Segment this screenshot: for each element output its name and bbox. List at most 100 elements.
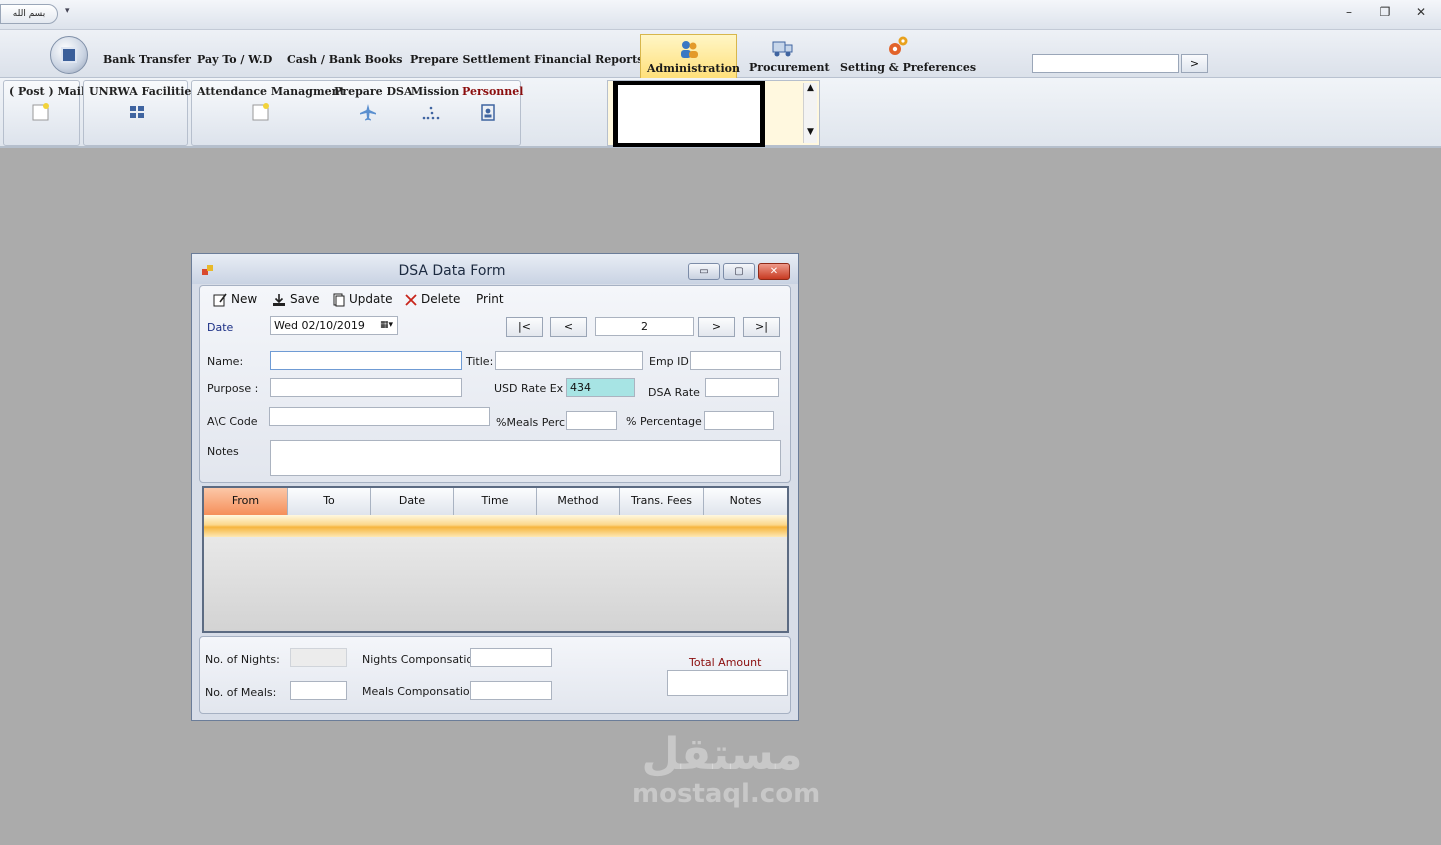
grid-header-to[interactable]: To: [288, 488, 371, 515]
dsa-rate-field[interactable]: [705, 378, 779, 397]
usd-rate-field[interactable]: 434: [566, 378, 635, 397]
grid-header-date[interactable]: Date: [371, 488, 454, 515]
last-record-button[interactable]: >|: [743, 317, 780, 337]
meals-field[interactable]: [290, 681, 347, 700]
tab-administration-label: Administration: [647, 62, 741, 75]
meals-perc-field[interactable]: [566, 411, 617, 430]
title-label: Title:: [466, 355, 494, 368]
note-icon: [32, 103, 49, 121]
percentage-field[interactable]: [704, 411, 774, 430]
update-button[interactable]: Update: [349, 292, 392, 306]
personnel-button[interactable]: Personnel: [462, 85, 523, 98]
usd-rate-label: USD Rate Ex: [494, 382, 564, 395]
scroll-up-icon[interactable]: ▲: [804, 83, 817, 93]
form-title: DSA Data Form: [398, 263, 506, 279]
users-icon: [681, 41, 698, 58]
dsa-rate-label: DSA Rate: [648, 386, 700, 399]
group-post-mail: ( Post ) Mail: [3, 80, 85, 146]
calendar-dropdown-icon[interactable]: ▦▾: [380, 317, 393, 334]
tab-financial-reports[interactable]: Financial Reports: [534, 53, 643, 66]
gallery-panel: ▲ ▼: [607, 80, 820, 147]
print-button[interactable]: Print: [476, 292, 504, 306]
app-grid-icon: [61, 47, 77, 63]
total-amount-field[interactable]: [667, 670, 788, 696]
post-mail-button[interactable]: ( Post ) Mail: [9, 85, 85, 98]
nights-label: No. of Nights:: [205, 653, 280, 666]
notes-label: Notes: [207, 445, 239, 458]
tab-procurement[interactable]: Procurement: [749, 61, 830, 74]
nights-compensation-field[interactable]: [470, 648, 552, 667]
name-field[interactable]: [270, 351, 462, 370]
watermark-latin: mostaql.com: [632, 779, 821, 809]
first-record-button[interactable]: |<: [506, 317, 543, 337]
search-go-button[interactable]: >: [1181, 54, 1208, 73]
title-field[interactable]: [495, 351, 643, 370]
prev-record-button[interactable]: <: [550, 317, 587, 337]
search-input[interactable]: [1032, 54, 1179, 73]
ribbon-groups: ( Post ) Mail UNRWA Facilities Attendanc…: [0, 78, 1441, 148]
watermark-arabic: مستقل: [641, 729, 803, 780]
meals-label: No. of Meals:: [205, 686, 277, 699]
tab-bank-transfer[interactable]: Bank Transfer: [103, 53, 191, 66]
itinerary-grid[interactable]: From To Date Time Method Trans. Fees Not…: [202, 486, 789, 633]
quick-access-button[interactable]: بسم الله: [0, 4, 58, 24]
ribbon-tabs: Bank Transfer Pay To / W.D Cash / Bank B…: [0, 30, 1441, 78]
save-icon: [273, 294, 285, 306]
meals-compensation-label: Meals Componsation: [362, 685, 477, 698]
details-panel: New Save Update Delete Print Date Wed 02…: [199, 285, 791, 483]
delete-icon: [405, 294, 417, 306]
record-number-field[interactable]: 2: [595, 317, 694, 336]
group-unrwa-facilities: UNRWA Facilities: [83, 80, 198, 146]
form-restore-button[interactable]: ▢: [723, 263, 755, 280]
mission-button[interactable]: Mission: [411, 85, 459, 98]
new-icon: [213, 293, 227, 307]
date-value: Wed 02/10/2019: [274, 319, 365, 332]
emp-id-field[interactable]: [690, 351, 781, 370]
quick-access-dropdown-icon[interactable]: ▾: [65, 6, 70, 16]
airplane-icon: [360, 104, 376, 121]
totals-panel: No. of Nights: No. of Meals: Nights Comp…: [199, 636, 791, 714]
ac-code-label: A\C Code: [207, 415, 258, 428]
grid-empty-area: [204, 537, 787, 631]
ac-code-field[interactable]: [269, 407, 490, 426]
window-restore-button[interactable]: ❐: [1376, 5, 1394, 19]
grid-new-row[interactable]: [204, 515, 787, 537]
dsa-data-form-window: DSA Data Form ▭ ▢ ✕ New Save Update Dele…: [191, 253, 799, 721]
total-amount-label: Total Amount: [689, 656, 762, 669]
gallery-scrollbar[interactable]: ▲ ▼: [803, 83, 817, 143]
nights-field[interactable]: [290, 648, 347, 667]
tab-setting-preferences[interactable]: Setting & Preferences: [840, 61, 976, 74]
application-menu-button[interactable]: [50, 36, 88, 74]
form-minimize-button[interactable]: ▭: [688, 263, 720, 280]
grid-header-notes[interactable]: Notes: [704, 488, 787, 515]
gears-icon: [889, 36, 908, 55]
grid-header-trans-fees[interactable]: Trans. Fees: [620, 488, 704, 515]
grid-header-time[interactable]: Time: [454, 488, 537, 515]
nights-compensation-label: Nights Componsation: [362, 653, 481, 666]
unrwa-facilities-button[interactable]: UNRWA Facilities: [89, 85, 198, 98]
attendance-managment-button[interactable]: Attendance Managment: [197, 85, 345, 98]
truck-icon: [772, 41, 793, 57]
window-close-button[interactable]: ✕: [1412, 5, 1430, 19]
save-button[interactable]: Save: [290, 292, 319, 306]
tab-prepare-settlement[interactable]: Prepare Settlement: [410, 53, 531, 66]
meals-compensation-field[interactable]: [470, 681, 552, 700]
next-record-button[interactable]: >: [698, 317, 735, 337]
grid-header-method[interactable]: Method: [537, 488, 620, 515]
date-picker[interactable]: Wed 02/10/2019 ▦▾: [270, 316, 398, 335]
new-button[interactable]: New: [231, 292, 257, 306]
purpose-field[interactable]: [270, 378, 462, 397]
tab-cash-bank-books[interactable]: Cash / Bank Books: [287, 53, 402, 66]
window-minimize-button[interactable]: –: [1340, 5, 1358, 19]
note-icon: [252, 103, 269, 121]
grid-header-from[interactable]: From: [204, 488, 288, 515]
redacted-area-inner: [618, 85, 760, 143]
tab-administration[interactable]: Administration: [640, 34, 741, 78]
building-grid-icon: [130, 106, 144, 118]
form-close-button[interactable]: ✕: [758, 263, 790, 280]
tab-pay-to[interactable]: Pay To / W.D: [197, 53, 272, 66]
delete-button[interactable]: Delete: [421, 292, 460, 306]
prepare-dsa-button[interactable]: Prepare DSA: [334, 85, 413, 98]
scroll-down-icon[interactable]: ▼: [804, 127, 817, 137]
notes-field[interactable]: [270, 440, 781, 476]
